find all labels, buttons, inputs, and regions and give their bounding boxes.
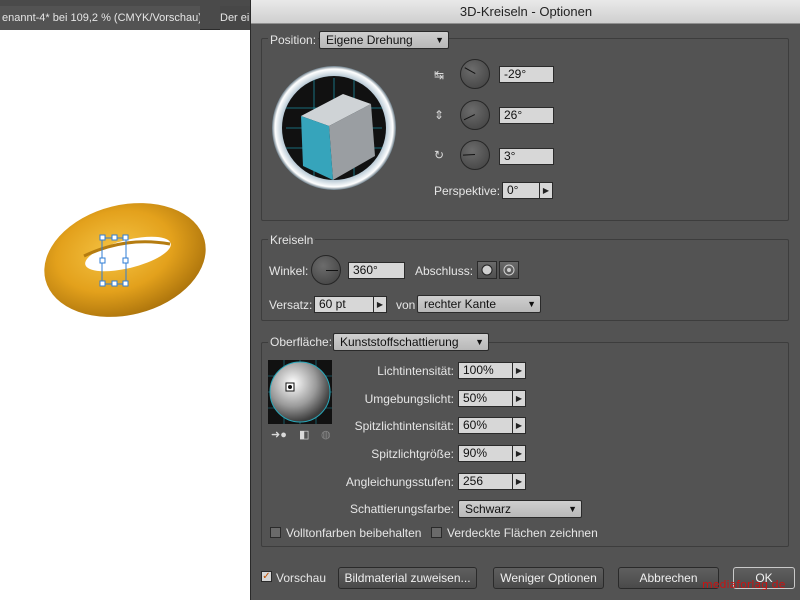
map-art-button[interactable]: Bildmaterial zuweisen... (338, 567, 477, 589)
highlight-size-label: Spitzlichtgröße: (371, 447, 454, 461)
blend-steps-field[interactable]: 256 (458, 473, 513, 490)
light-intensity-label: Lichtintensität: (377, 364, 454, 378)
ambient-light-slider-arrow[interactable]: ▶ (513, 390, 526, 407)
highlight-intensity-slider-arrow[interactable]: ▶ (513, 417, 526, 434)
screen: enannt-4* bei 109,2 % (CMYK/Vorschau) ✕ … (0, 0, 800, 600)
preview-label: Vorschau (276, 571, 327, 585)
x-rotation-field[interactable]: -29° (499, 66, 554, 83)
offset-label: Versatz: (269, 298, 313, 312)
angle-field[interactable]: 360° (348, 262, 405, 279)
y-rotation-dial[interactable] (460, 100, 490, 130)
surface-type-dropdown[interactable]: Kunststoffschattierung ▼ (333, 333, 489, 351)
chevron-down-icon: ▼ (435, 35, 444, 45)
dialog-title[interactable]: 3D-Kreiseln - Optionen (251, 0, 800, 24)
light-intensity-field[interactable]: 100% (458, 362, 513, 379)
highlight-size-field[interactable]: 90% (458, 445, 513, 462)
fewer-options-button[interactable]: Weniger Optionen (493, 567, 604, 589)
z-rotation-dial[interactable] (460, 140, 490, 170)
document-tab-label: enannt-4* bei 109,2 % (CMYK/Vorschau) (2, 12, 200, 24)
chevron-down-icon: ▼ (568, 504, 577, 514)
y-rotation-field[interactable]: 26° (499, 107, 554, 124)
position-label: Position: (268, 33, 319, 47)
z-axis-rotate-icon: ↻ (434, 148, 445, 162)
perspective-slider-arrow[interactable]: ▶ (540, 182, 553, 199)
cap-off-icon[interactable] (499, 261, 519, 279)
chevron-down-icon: ▼ (475, 337, 484, 347)
light-intensity-slider-arrow[interactable]: ▶ (513, 362, 526, 379)
document-tab-label: Der ei (220, 12, 250, 24)
preserve-spot-colors-label: Volltonfarben beibehalten (286, 526, 422, 540)
from-edge-value: rechter Kante (424, 297, 497, 311)
selection-handles[interactable] (0, 30, 250, 600)
highlight-size-slider-arrow[interactable]: ▶ (513, 445, 526, 462)
from-label: von (396, 298, 416, 312)
new-light-icon[interactable]: ◧ (299, 428, 309, 441)
preserve-spot-colors-checkbox[interactable] (270, 527, 281, 538)
highlight-intensity-field[interactable]: 60% (458, 417, 513, 434)
watermark: mediaforlag de (702, 578, 786, 591)
lighting-sphere-preview[interactable] (268, 360, 332, 424)
document-tab-active[interactable]: enannt-4* bei 109,2 % (CMYK/Vorschau) ✕ (0, 6, 200, 30)
perspective-label: Perspektive: (434, 184, 501, 198)
surface-label: Oberfläche: (268, 335, 335, 349)
draw-hidden-faces-checkbox[interactable] (431, 527, 442, 538)
shading-color-label: Schattierungsfarbe: (349, 502, 454, 516)
revolve-options-dialog: 3D-Kreiseln - Optionen Position: Eigene … (250, 0, 800, 600)
angle-dial[interactable] (311, 255, 341, 285)
cap-on-icon[interactable] (477, 261, 497, 279)
from-edge-dropdown[interactable]: rechter Kante ▼ (417, 295, 541, 313)
position-preset-value: Eigene Drehung (326, 33, 413, 47)
offset-field[interactable]: 60 pt (314, 296, 374, 313)
z-rotation-field[interactable]: 3° (499, 148, 554, 165)
artboard-canvas[interactable] (0, 30, 250, 600)
document-tabbar: enannt-4* bei 109,2 % (CMYK/Vorschau) ✕ … (0, 0, 260, 30)
ambient-light-label: Umgebungslicht: (364, 392, 454, 406)
y-axis-rotate-icon: ⇕ (434, 108, 445, 122)
offset-slider-arrow[interactable]: ▶ (374, 296, 387, 313)
chevron-down-icon: ▼ (527, 299, 536, 309)
x-axis-rotate-icon: ↹ (434, 68, 445, 82)
angle-label: Winkel: (269, 264, 309, 278)
shading-color-value: Schwarz (465, 502, 512, 516)
draw-hidden-faces-label: Verdeckte Flächen zeichnen (447, 526, 598, 540)
highlight-intensity-label: Spitzlichtintensität: (354, 419, 454, 433)
cap-label: Abschluss: (415, 264, 474, 278)
position-preset-dropdown[interactable]: Eigene Drehung ▼ (319, 31, 449, 49)
perspective-field[interactable]: 0° (502, 182, 540, 199)
blend-steps-slider-arrow[interactable]: ▶ (513, 473, 526, 490)
blend-steps-label: Angleichungsstufen: (345, 475, 454, 489)
revolve-group-label: Kreiseln (268, 233, 316, 247)
surface-type-value: Kunststoffschattierung (340, 335, 459, 349)
delete-light-icon[interactable]: ◍ (321, 428, 331, 441)
x-rotation-dial[interactable] (460, 59, 490, 89)
preview-checkbox[interactable]: ✓ (261, 571, 272, 582)
shading-color-dropdown[interactable]: Schwarz ▼ (458, 500, 582, 518)
ambient-light-field[interactable]: 50% (458, 390, 513, 407)
track-cube-preview[interactable] (271, 58, 397, 198)
move-light-back-icon[interactable]: ➜● (271, 428, 287, 441)
